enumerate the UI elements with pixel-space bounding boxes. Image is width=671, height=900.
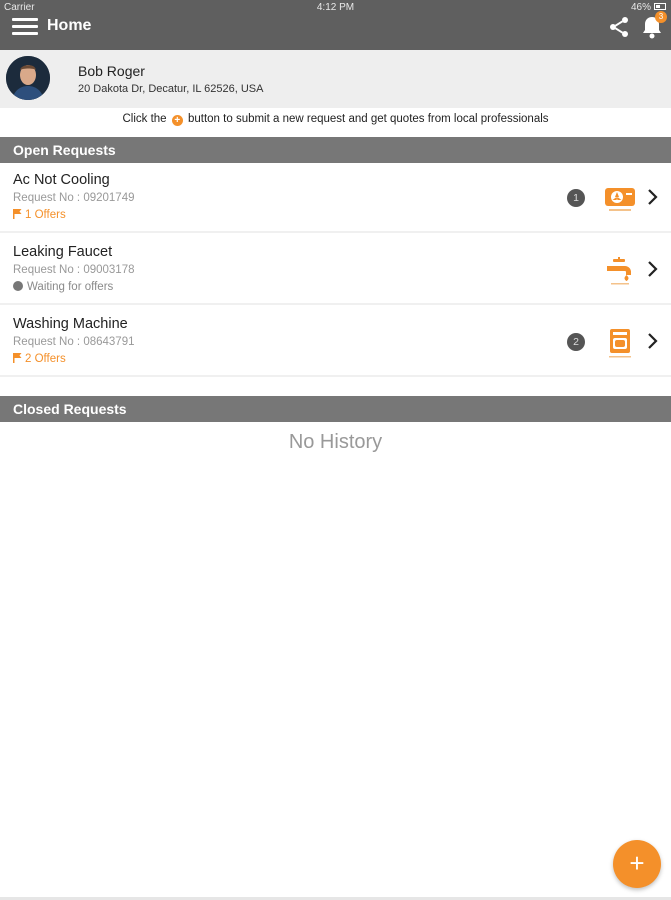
profile-address: 20 Dakota Dr, Decatur, IL 62526, USA [78, 83, 264, 95]
request-number: Request No : 08643791 [13, 336, 135, 348]
profile-card: Bob Roger 20 Dakota Dr, Decatur, IL 6252… [0, 50, 671, 108]
add-request-button[interactable]: + [613, 840, 661, 888]
faucet-icon [607, 257, 631, 285]
status-time: 4:12 PM [316, 2, 355, 13]
open-requests-title: Open Requests [13, 142, 116, 158]
notification-badge: 3 [655, 11, 667, 23]
top-bar: Carrier 4:12 PM 46% Home 3 [0, 0, 671, 50]
ac-service-icon [605, 188, 635, 211]
request-number: Request No : 09003178 [13, 264, 135, 276]
plus-icon: + [629, 848, 645, 878]
clock-icon [13, 281, 23, 291]
request-status: Waiting for offers [13, 281, 113, 293]
closed-requests-header: Closed Requests [0, 396, 671, 422]
profile-name: Bob Roger [78, 63, 145, 79]
chevron-right-icon[interactable] [646, 259, 660, 279]
flag-icon [13, 353, 22, 363]
request-status-text: 1 Offers [25, 209, 66, 221]
request-row-ac[interactable]: Ac Not Cooling Request No : 09201749 1 O… [0, 163, 671, 233]
hint-text-after: button to submit a new request and get q… [187, 113, 549, 125]
page-title: Home [47, 17, 92, 34]
request-row-faucet[interactable]: Leaking Faucet Request No : 09003178 Wai… [0, 235, 671, 305]
battery-icon [654, 3, 666, 10]
status-bar: Carrier 4:12 PM 46% [0, 0, 671, 14]
request-status: 2 Offers [13, 353, 66, 365]
request-status: 1 Offers [13, 209, 66, 221]
request-title: Ac Not Cooling [13, 172, 110, 188]
open-requests-header: Open Requests [0, 137, 671, 163]
battery-percent: 46% [630, 2, 651, 13]
avatar-image [6, 56, 50, 100]
washing-machine-icon [609, 329, 631, 358]
plus-icon: + [171, 115, 183, 126]
empty-state-text: No History [288, 431, 383, 453]
hamburger-menu-icon[interactable] [12, 18, 38, 36]
closed-requests-title: Closed Requests [13, 401, 127, 417]
request-status-text: 2 Offers [25, 353, 66, 365]
offer-count-badge: 1 [567, 189, 585, 207]
new-request-hint: Click the + button to submit a new reque… [0, 113, 671, 126]
request-number: Request No : 09201749 [13, 192, 135, 204]
request-title: Leaking Faucet [13, 244, 113, 260]
offer-count-badge: 2 [567, 333, 585, 351]
share-icon[interactable] [607, 15, 631, 39]
request-title: Washing Machine [13, 316, 128, 332]
request-status-text: Waiting for offers [27, 281, 114, 293]
avatar [6, 56, 50, 100]
hint-text-before: Click the [122, 113, 167, 125]
request-row-washing-machine[interactable]: Washing Machine Request No : 08643791 2 … [0, 307, 671, 377]
chevron-right-icon[interactable] [646, 331, 660, 351]
flag-icon [13, 209, 22, 219]
chevron-right-icon[interactable] [646, 187, 660, 207]
